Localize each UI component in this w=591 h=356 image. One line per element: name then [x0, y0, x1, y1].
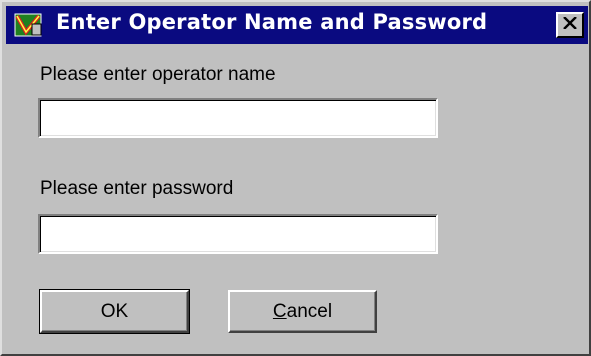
- close-icon: [563, 16, 577, 34]
- operator-name-label: Please enter operator name: [40, 64, 276, 85]
- window-title: Enter Operator Name and Password: [56, 10, 488, 34]
- password-label: Please enter password: [40, 178, 234, 199]
- ok-button[interactable]: OK: [39, 289, 190, 334]
- operator-name-input[interactable]: [38, 98, 438, 138]
- close-button[interactable]: [556, 12, 584, 38]
- title-bar: Enter Operator Name and Password: [6, 6, 588, 44]
- operator-login-dialog: Enter Operator Name and Password Please …: [0, 0, 591, 356]
- cancel-accelerator-letter: C: [272, 300, 287, 322]
- ok-button-label: OK: [100, 300, 129, 322]
- cancel-button[interactable]: Cancel: [228, 290, 377, 333]
- app-icon: [14, 12, 44, 38]
- password-input[interactable]: [38, 214, 438, 254]
- cancel-button-label: ancel: [286, 300, 333, 322]
